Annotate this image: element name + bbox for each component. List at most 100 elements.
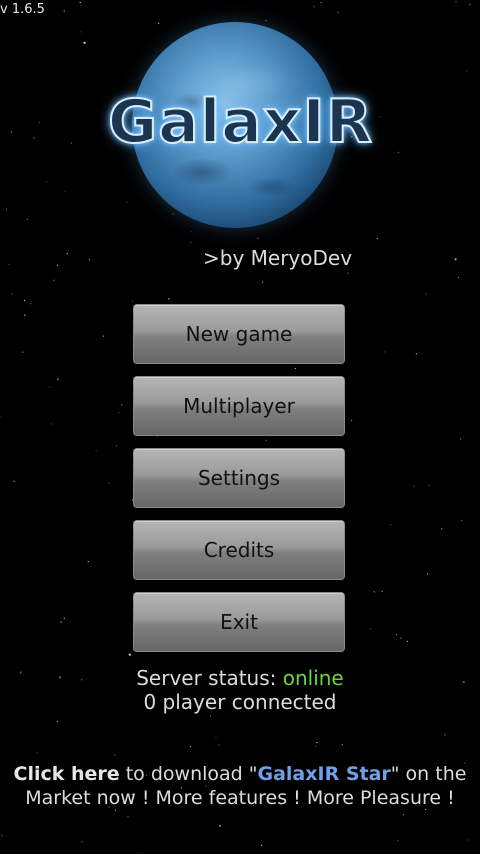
promo-line-2: Market now ! More features ! More Pleasu… — [25, 787, 455, 809]
star — [469, 3, 471, 5]
star — [108, 482, 110, 484]
star — [262, 281, 264, 283]
star — [218, 824, 222, 828]
star — [341, 744, 343, 746]
star — [53, 279, 55, 281]
star — [190, 230, 192, 232]
star — [126, 201, 128, 203]
multiplayer-button[interactable]: Multiplayer — [133, 376, 345, 436]
promo-text-before: to download " — [119, 763, 258, 785]
star — [428, 484, 430, 486]
star — [23, 299, 26, 301]
star — [265, 439, 267, 441]
players-connected: 0 player connected — [143, 690, 337, 714]
star — [351, 419, 353, 421]
exit-button[interactable]: Exit — [133, 592, 345, 652]
star — [257, 237, 259, 239]
star — [33, 137, 35, 139]
star — [370, 628, 372, 630]
star — [457, 276, 460, 279]
star — [337, 11, 339, 14]
author-byline: >by MeryoDev — [203, 246, 353, 270]
star — [140, 852, 142, 854]
star — [24, 314, 26, 316]
star — [215, 737, 217, 739]
star — [315, 745, 317, 748]
new-game-button[interactable]: New game — [133, 304, 345, 364]
server-status: Server status: online — [0, 666, 480, 690]
star — [441, 528, 443, 530]
promo-app-name[interactable]: GalaxIR Star — [258, 763, 391, 785]
star — [60, 621, 63, 624]
star — [118, 411, 120, 413]
server-status-value: online — [282, 666, 344, 690]
star — [127, 816, 129, 818]
star — [320, 1, 322, 4]
star — [294, 367, 296, 370]
star — [22, 351, 24, 353]
star — [63, 617, 65, 619]
star — [347, 272, 349, 274]
star — [376, 237, 378, 239]
settings-button[interactable]: Settings — [133, 448, 345, 508]
star — [461, 519, 463, 521]
star — [64, 190, 66, 192]
star — [87, 561, 89, 563]
promo-link[interactable]: Click here to download "GalaxIR Star" on… — [0, 762, 480, 810]
click-here-text[interactable]: Click here — [14, 763, 120, 785]
star — [80, 31, 82, 33]
promo-line-1: Click here to download "GalaxIR Star" on… — [0, 762, 480, 786]
star — [454, 258, 457, 261]
star — [38, 122, 40, 124]
star — [131, 300, 134, 302]
star — [115, 445, 118, 447]
star — [261, 844, 263, 847]
star — [102, 335, 104, 337]
star — [425, 293, 427, 295]
star — [210, 715, 212, 717]
star — [397, 840, 399, 842]
star — [70, 142, 72, 144]
server-status-label: Server status: — [136, 666, 277, 690]
star — [455, 1, 457, 3]
star — [460, 438, 462, 440]
star — [413, 485, 415, 487]
star — [313, 6, 315, 8]
star — [218, 744, 220, 746]
star — [30, 303, 32, 305]
star — [66, 253, 68, 255]
star — [395, 634, 398, 636]
star — [390, 524, 392, 526]
star — [88, 259, 90, 261]
star — [26, 218, 28, 220]
star — [265, 20, 267, 22]
star — [1, 835, 3, 837]
star — [8, 264, 10, 266]
star — [0, 415, 1, 417]
star — [79, 1, 81, 4]
star — [13, 480, 15, 482]
star — [189, 746, 191, 748]
star — [121, 404, 123, 406]
star — [49, 386, 51, 388]
star — [63, 10, 65, 12]
star — [81, 841, 83, 843]
star — [83, 41, 86, 44]
promo-text-after: " on the — [390, 763, 467, 785]
star — [378, 116, 381, 118]
star — [426, 573, 429, 575]
star — [415, 353, 417, 355]
star — [381, 590, 383, 593]
credits-button[interactable]: Credits — [133, 520, 345, 580]
star — [11, 293, 13, 295]
version-label: v 1.6.5 — [0, 2, 45, 17]
star — [114, 754, 116, 756]
star — [468, 839, 470, 841]
star — [50, 423, 53, 425]
star — [384, 351, 386, 353]
star — [400, 637, 402, 639]
star — [158, 22, 160, 25]
star — [397, 151, 400, 153]
star — [402, 814, 404, 816]
star — [190, 241, 192, 243]
